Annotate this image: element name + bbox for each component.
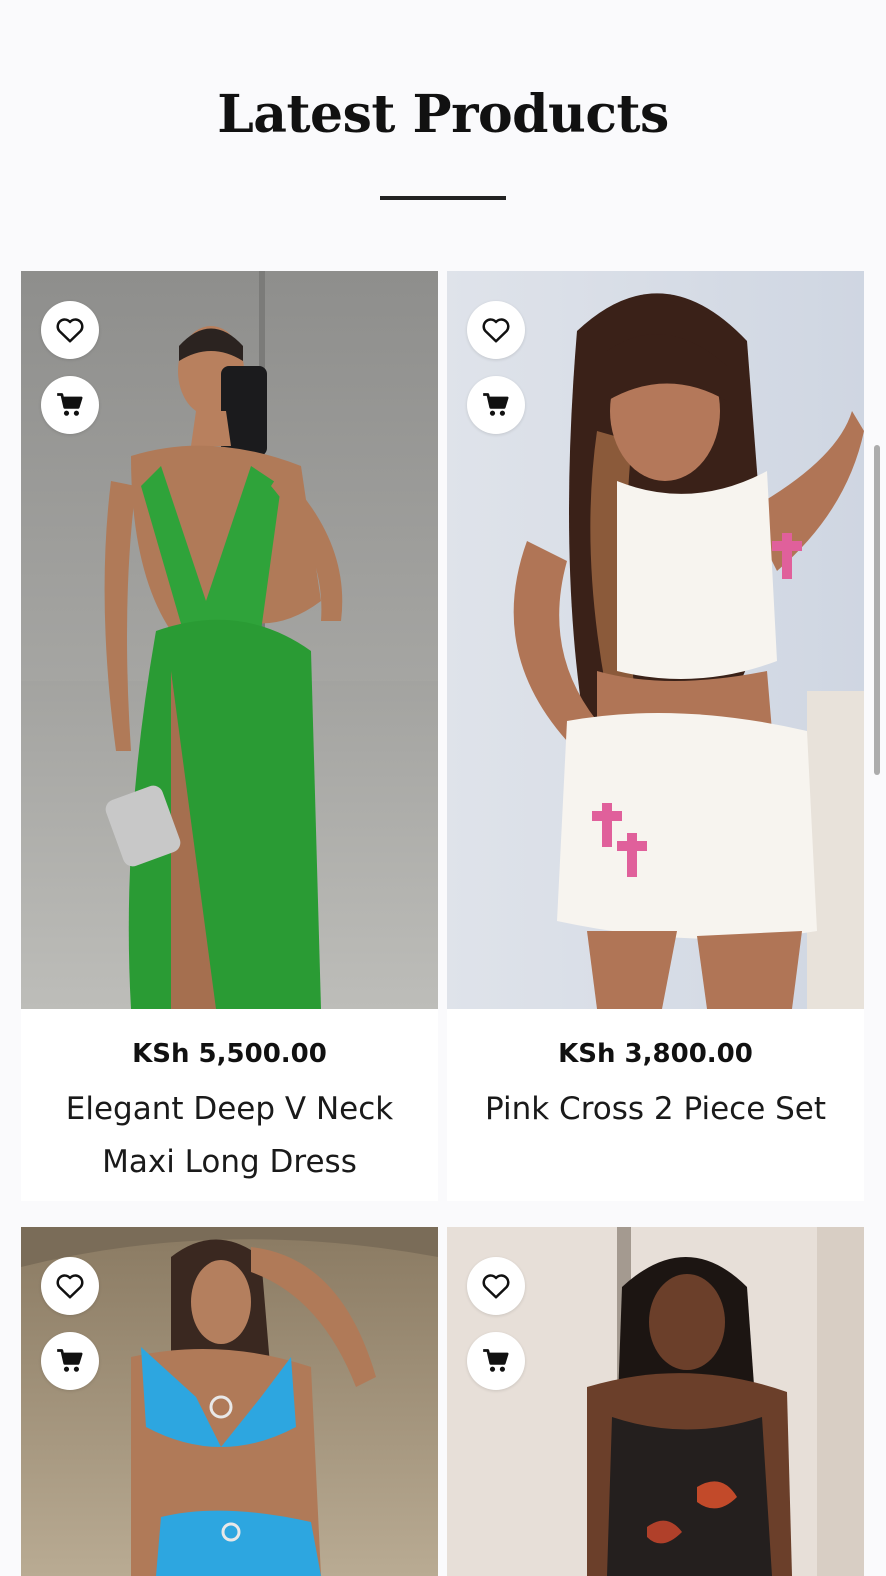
product-image[interactable] xyxy=(21,1227,438,1576)
wishlist-button[interactable] xyxy=(41,301,99,359)
wishlist-button[interactable] xyxy=(41,1257,99,1315)
wishlist-button[interactable] xyxy=(467,1257,525,1315)
add-to-cart-button[interactable] xyxy=(41,376,99,434)
product-name[interactable]: Elegant Deep V Neck Maxi Long Dress xyxy=(21,1083,438,1189)
heart-outline-icon xyxy=(482,1274,510,1299)
product-info: KSh 5,500.00 Elegant Deep V Neck Maxi Lo… xyxy=(21,1011,438,1189)
product-card[interactable]: KSh 3,800.00 Pink Cross 2 Piece Set xyxy=(447,271,864,1201)
product-card[interactable] xyxy=(447,1227,864,1576)
product-name[interactable]: Pink Cross 2 Piece Set xyxy=(447,1083,864,1136)
add-to-cart-button[interactable] xyxy=(41,1332,99,1390)
wishlist-button[interactable] xyxy=(467,301,525,359)
heart-outline-icon xyxy=(56,1274,84,1299)
latest-products-page: Latest Products KSh 5,500.00 Elegant Dee… xyxy=(0,0,886,1576)
product-price: KSh 3,800.00 xyxy=(558,1039,753,1069)
scrollbar[interactable] xyxy=(874,445,880,775)
product-info: KSh 3,800.00 Pink Cross 2 Piece Set xyxy=(447,1011,864,1136)
heart-outline-icon xyxy=(482,318,510,343)
product-image[interactable] xyxy=(21,271,438,1009)
shopping-cart-icon xyxy=(483,393,509,416)
add-to-cart-button[interactable] xyxy=(467,376,525,434)
product-price: KSh 5,500.00 xyxy=(132,1039,327,1069)
title-divider xyxy=(380,196,506,200)
heart-outline-icon xyxy=(56,318,84,343)
shopping-cart-icon xyxy=(57,393,83,416)
product-card[interactable] xyxy=(21,1227,438,1576)
shopping-cart-icon xyxy=(483,1349,509,1372)
product-image[interactable] xyxy=(447,1227,864,1576)
product-image[interactable] xyxy=(447,271,864,1009)
shopping-cart-icon xyxy=(57,1349,83,1372)
section-title: Latest Products xyxy=(217,84,669,145)
product-card[interactable]: KSh 5,500.00 Elegant Deep V Neck Maxi Lo… xyxy=(21,271,438,1201)
add-to-cart-button[interactable] xyxy=(467,1332,525,1390)
